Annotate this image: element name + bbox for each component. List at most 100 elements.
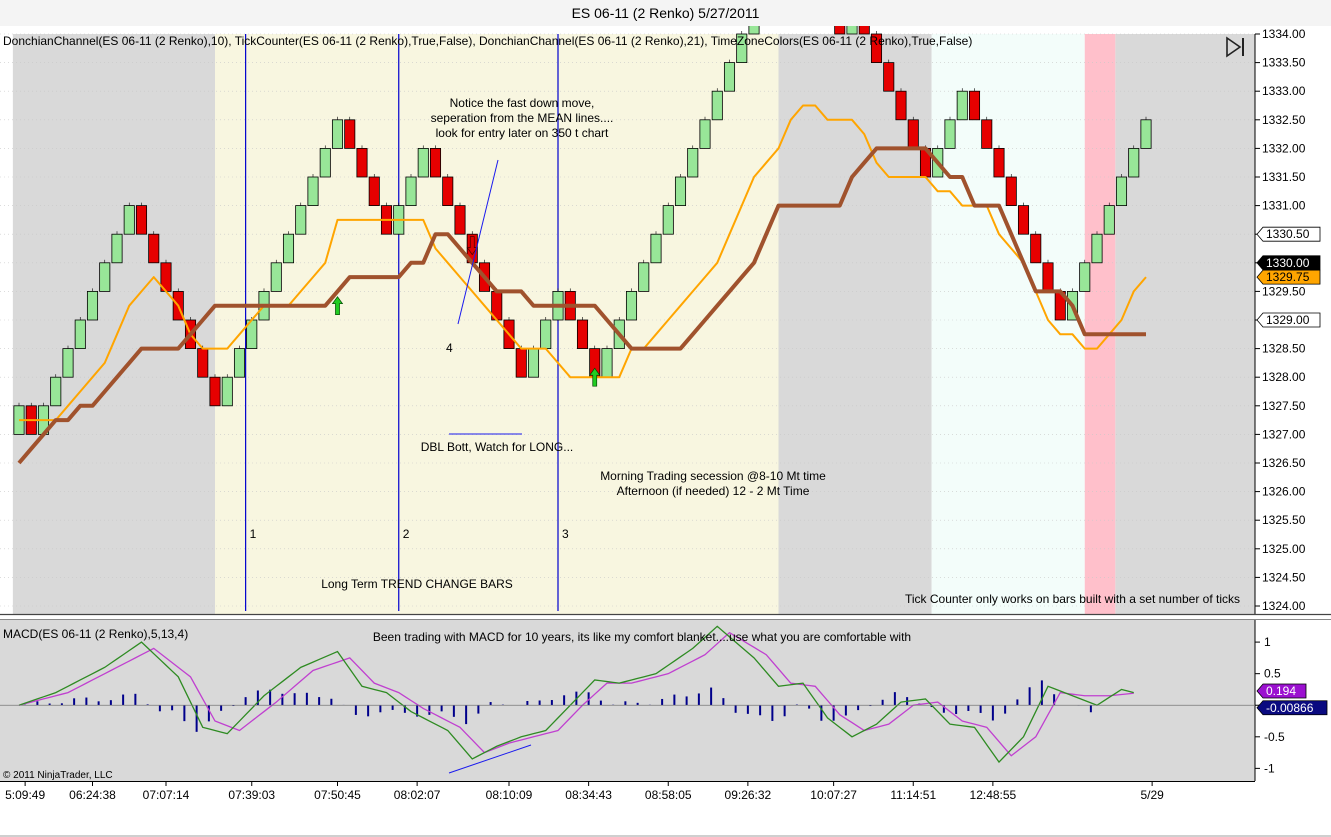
session-zone-zone_pink: [1084, 34, 1116, 614]
renko-brick[interactable]: [723, 62, 736, 92]
renko-brick[interactable]: [454, 205, 466, 235]
price-value-label: 1329.00: [1256, 312, 1321, 328]
renko-brick[interactable]: [331, 119, 344, 149]
renko-brick[interactable]: [233, 348, 246, 378]
macd-histogram-bar: [979, 705, 982, 713]
time-axis-label: 08:02:07: [394, 788, 441, 802]
renko-brick[interactable]: [540, 319, 552, 350]
renko-brick[interactable]: [270, 262, 282, 292]
time-axis-label: 07:39:03: [228, 788, 275, 802]
renko-brick[interactable]: [221, 376, 233, 407]
renko-brick[interactable]: [99, 262, 111, 292]
renko-brick[interactable]: [687, 147, 699, 178]
time-axis-label: 08:10:09: [486, 788, 533, 802]
renko-brick[interactable]: [405, 176, 417, 207]
renko-brick[interactable]: [527, 348, 540, 378]
renko-brick[interactable]: [209, 376, 221, 407]
annotation-morning: Morning Trading secession @8-10 Mt time: [600, 469, 826, 483]
copyright-label: © 2011 NinjaTrader, LLC: [3, 770, 113, 781]
macd-histogram-bar: [881, 699, 884, 706]
renko-brick[interactable]: [993, 147, 1005, 178]
macd-histogram-bar: [183, 705, 186, 722]
renko-brick[interactable]: [883, 62, 895, 92]
renko-brick[interactable]: [307, 176, 319, 207]
trend-change-bar-number-3: 3: [562, 527, 569, 541]
renko-brick[interactable]: [711, 90, 723, 121]
renko-brick[interactable]: [858, 26, 870, 35]
price-axis-label: 1324.00: [1262, 599, 1306, 613]
renko-brick[interactable]: [135, 205, 148, 235]
renko-brick[interactable]: [295, 205, 307, 235]
macd-histogram-bar: [220, 705, 223, 711]
macd-histogram-bar: [893, 692, 896, 706]
renko-brick[interactable]: [1115, 176, 1128, 207]
time-axis-label: 11:14:51: [890, 788, 936, 802]
renko-brick[interactable]: [50, 376, 62, 407]
macd-histogram-bar: [746, 705, 749, 714]
macd-histogram-bar: [710, 687, 713, 706]
annotation-dbl-bott: DBL Bott, Watch for LONG...: [421, 440, 574, 454]
renko-brick[interactable]: [968, 90, 981, 121]
renko-brick[interactable]: [1042, 262, 1054, 292]
renko-brick[interactable]: [895, 90, 907, 121]
renko-brick[interactable]: [123, 205, 135, 235]
macd-histogram-bar: [1089, 705, 1092, 713]
macd-histogram-bar: [330, 698, 333, 706]
renko-brick[interactable]: [417, 147, 429, 178]
price-indicator-label: DonchianChannel(ES 06-11 (2 Renko),10), …: [3, 34, 972, 48]
annotation-long-term: Long Term TREND CHANGE BARS: [321, 577, 513, 591]
renko-brick[interactable]: [429, 147, 442, 178]
macd-histogram-bar: [244, 697, 247, 706]
value-label-text: 0.194: [1266, 684, 1296, 698]
macd-indicator-label: MACD(ES 06-11 (2 Renko),5,13,4): [3, 627, 188, 641]
renko-brick[interactable]: [1103, 205, 1115, 235]
renko-brick[interactable]: [1030, 233, 1042, 264]
renko-brick[interactable]: [442, 176, 454, 207]
price-axis-label: 1325.00: [1262, 542, 1306, 556]
renko-brick[interactable]: [62, 348, 74, 378]
trend-change-bar-number-2: 2: [403, 527, 410, 541]
price-axis-label: 1334.00: [1262, 27, 1306, 41]
renko-brick[interactable]: [368, 176, 380, 207]
renko-brick[interactable]: [944, 119, 956, 149]
renko-brick[interactable]: [674, 176, 687, 207]
renko-brick[interactable]: [197, 348, 209, 378]
renko-brick[interactable]: [699, 119, 711, 149]
renko-brick[interactable]: [282, 233, 295, 264]
renko-brick[interactable]: [662, 205, 674, 235]
renko-brick[interactable]: [1091, 233, 1103, 264]
price-axis-label: 1326.00: [1262, 485, 1306, 499]
renko-brick[interactable]: [344, 119, 356, 149]
renko-brick[interactable]: [86, 290, 99, 321]
renko-brick[interactable]: [1128, 147, 1140, 178]
renko-brick[interactable]: [956, 90, 968, 121]
renko-brick[interactable]: [1079, 262, 1091, 292]
macd-histogram-bar: [685, 696, 688, 706]
annotation-afternoon: Afternoon (if needed) 12 - 2 Mt Time: [617, 484, 810, 498]
price-value-label: 1329.75: [1256, 269, 1321, 285]
renko-brick[interactable]: [981, 119, 993, 149]
renko-brick[interactable]: [846, 26, 858, 35]
macd-axis-label: 1: [1264, 635, 1271, 649]
renko-brick[interactable]: [576, 319, 589, 350]
renko-brick[interactable]: [356, 147, 368, 178]
renko-brick[interactable]: [625, 290, 638, 321]
macd-histogram-bar: [967, 705, 970, 711]
renko-brick[interactable]: [650, 233, 662, 264]
renko-brick[interactable]: [111, 233, 123, 264]
price-axis-label: 1331.50: [1262, 170, 1306, 184]
value-label-text: 1330.50: [1266, 227, 1310, 241]
renko-brick[interactable]: [907, 119, 919, 149]
renko-brick[interactable]: [1005, 176, 1017, 207]
renko-brick[interactable]: [601, 348, 613, 378]
renko-brick[interactable]: [834, 26, 846, 35]
renko-brick[interactable]: [515, 348, 527, 378]
renko-brick[interactable]: [1140, 119, 1152, 149]
price-axis-label: 1327.50: [1262, 399, 1306, 413]
renko-brick[interactable]: [638, 262, 650, 292]
renko-brick[interactable]: [148, 233, 160, 264]
renko-brick[interactable]: [74, 319, 86, 350]
renko-brick[interactable]: [319, 147, 331, 178]
renko-brick[interactable]: [748, 26, 760, 35]
renko-brick[interactable]: [1017, 205, 1030, 235]
